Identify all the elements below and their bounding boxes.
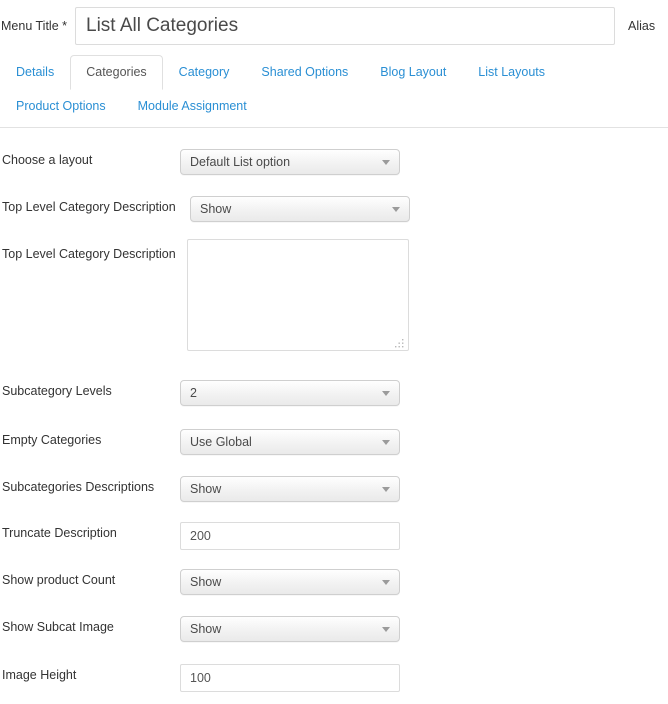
tab-categories[interactable]: Categories — [70, 55, 163, 90]
chevron-down-icon — [382, 580, 390, 585]
textarea-box-top-level-category-description — [187, 239, 409, 351]
control-wrap-show-subcat-image: Show — [180, 616, 400, 642]
select-top-level-category-description[interactable]: Show — [190, 196, 410, 222]
tab-product-options[interactable]: Product Options — [0, 89, 122, 124]
select-value-show-subcat-image: Show — [190, 622, 222, 636]
label-truncate-description: Truncate Description — [2, 526, 117, 540]
form-row-subcategory-levels: Subcategory Levels 2 — [0, 374, 668, 422]
chevron-down-icon — [392, 207, 400, 212]
control-wrap-choose-a-layout: Default List option — [180, 149, 400, 175]
form-row-truncate-description: Truncate Description — [0, 516, 668, 564]
control-wrap-subcategories-descriptions: Show — [180, 476, 400, 502]
chevron-down-icon — [382, 391, 390, 396]
tab-blog-layout[interactable]: Blog Layout — [364, 55, 462, 90]
select-value-top-level-category-description: Show — [200, 202, 232, 216]
tab-details[interactable]: Details — [0, 55, 70, 90]
alias-label: Alias — [628, 19, 656, 33]
form-row-show-subcat-image: Show Subcat Image Show — [0, 610, 668, 658]
form-row-top-level-category-description: Top Level Category Description Show — [0, 190, 668, 238]
menu-title-label: Menu Title * — [1, 19, 68, 33]
control-wrap-truncate-description — [180, 522, 400, 550]
select-value-empty-categories: Use Global — [190, 435, 252, 449]
control-wrap-empty-categories: Use Global — [180, 429, 400, 455]
editor-tabs: Details Categories Category Shared Options B… — [0, 55, 668, 123]
form-row-image-height: Image Height — [0, 658, 668, 704]
select-value-subcategories-descriptions: Show — [190, 482, 222, 496]
form-row-show-product-count: Show product Count Show — [0, 563, 668, 611]
menu-item-editor-page: Menu Title * Alias DetailsCategoriesCate… — [0, 0, 668, 704]
select-choose-a-layout[interactable]: Default List option — [180, 149, 400, 175]
form-row-empty-categories: Empty Categories Use Global — [0, 423, 668, 471]
tab-module-assignment[interactable]: Module Assignment — [122, 89, 263, 124]
chevron-down-icon — [382, 160, 390, 165]
form-row-top-level-category-description: Top Level Category Description — [0, 237, 668, 359]
tab-list-layouts[interactable]: List Layouts — [462, 55, 561, 90]
control-wrap-top-level-category-description — [187, 239, 409, 351]
tabs-divider — [0, 127, 668, 128]
chevron-down-icon — [382, 487, 390, 492]
select-empty-categories[interactable]: Use Global — [180, 429, 400, 455]
select-show-subcat-image[interactable]: Show — [180, 616, 400, 642]
label-show-product-count: Show product Count — [2, 573, 116, 587]
control-wrap-top-level-category-description: Show — [190, 196, 410, 222]
form-row-subcategories-descriptions: Subcategories Descriptions Show — [0, 470, 668, 518]
control-wrap-show-product-count: Show — [180, 569, 400, 595]
select-value-show-product-count: Show — [190, 575, 222, 589]
label-subcategory-levels: Subcategory Levels — [2, 384, 112, 398]
menu-title-input[interactable] — [75, 7, 616, 45]
label-subcategories-descriptions: Subcategories Descriptions — [2, 480, 155, 494]
select-subcategories-descriptions[interactable]: Show — [180, 476, 400, 502]
label-top-level-category-description: Top Level Category Description — [2, 200, 176, 214]
control-wrap-image-height — [180, 664, 400, 692]
input-truncate-description[interactable] — [180, 522, 400, 550]
menu-title-row: Menu Title * Alias — [0, 7, 668, 45]
form-row-choose-a-layout: Choose a layout Default List option — [0, 143, 668, 191]
control-wrap-subcategory-levels: 2 — [180, 380, 400, 406]
label-top-level-category-description: Top Level Category Description — [2, 247, 176, 261]
chevron-down-icon — [382, 627, 390, 632]
label-empty-categories: Empty Categories — [2, 433, 102, 447]
select-value-subcategory-levels: 2 — [190, 386, 197, 400]
input-image-height[interactable] — [180, 664, 400, 692]
label-show-subcat-image: Show Subcat Image — [2, 620, 114, 634]
tab-category[interactable]: Category — [163, 55, 246, 90]
chevron-down-icon — [382, 440, 390, 445]
label-choose-a-layout: Choose a layout — [2, 153, 93, 167]
label-image-height: Image Height — [2, 668, 77, 682]
select-show-product-count[interactable]: Show — [180, 569, 400, 595]
select-value-choose-a-layout: Default List option — [190, 155, 291, 169]
textarea-top-level-category-description[interactable] — [188, 240, 408, 350]
select-subcategory-levels[interactable]: 2 — [180, 380, 400, 406]
tab-shared-options[interactable]: Shared Options — [245, 55, 364, 90]
